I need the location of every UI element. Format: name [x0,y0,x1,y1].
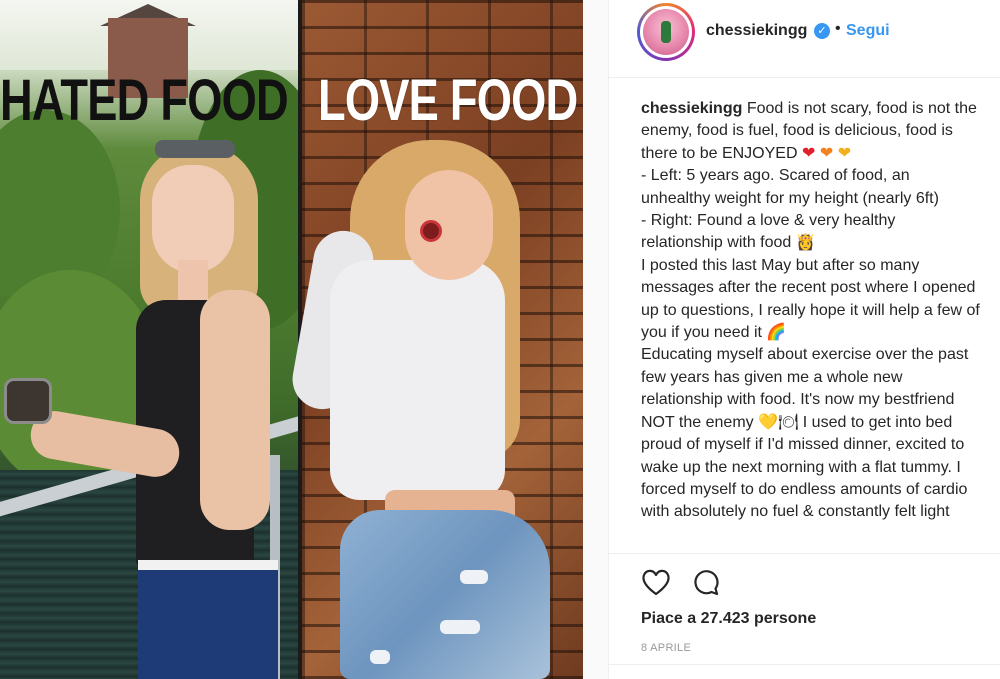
person-face [152,165,234,273]
panel-gutter [583,0,609,679]
separator-dot: • [835,20,841,37]
caption-username[interactable]: chessiekingg [641,100,742,117]
post-caption: chessiekingg Food is not scary, food is … [641,98,981,553]
story-ring[interactable] [637,3,695,61]
avatar[interactable] [640,6,692,58]
caption-text: - Right: Found a love & very healthy rel… [641,212,896,252]
person-mouth [420,220,442,242]
caption-text: - Left: 5 years ago. Scared of food, an … [641,167,939,207]
red-heart-emoji: ❤ [801,144,816,162]
comment-icon[interactable] [692,568,720,596]
yellow-heart-emoji: ❤ [837,144,852,162]
blue-shorts [138,560,278,679]
princess-emoji: 👸 [795,234,816,252]
rainbow-emoji: 🌈 [766,324,787,342]
divider [609,553,1000,554]
yellow-heart-plate-emoji: 💛🍽 [758,413,799,431]
jeans-rip [460,570,488,584]
header-username[interactable]: chessiekingg [706,22,807,40]
follow-button[interactable]: Segui [846,22,890,40]
post-header: chessiekingg ✓ • Segui [609,0,1000,78]
post-image[interactable]: HATED FOOD LOVE FOOD [0,0,583,679]
sunglasses [155,140,235,158]
person-face [405,170,493,280]
heart-icon[interactable] [641,568,671,596]
orange-heart-emoji: ❤ [819,144,834,162]
overlay-text-love: LOVE FOOD [318,68,578,133]
divider [609,664,1000,665]
overlay-text-hated: HATED FOOD [0,68,289,133]
jeans-rip [440,620,480,634]
person-arm [200,290,270,530]
verified-badge-icon: ✓ [814,23,830,39]
caption-text: I posted this last May but after so many… [641,256,980,342]
camera [4,378,52,424]
avatar-image [643,9,689,55]
likes-count[interactable]: Piace a 27.423 persone [641,610,816,628]
white-sweater [330,260,505,500]
jeans-rip [370,650,390,664]
post-date[interactable]: 8 APRILE [641,642,691,654]
ripped-jeans [340,510,550,679]
